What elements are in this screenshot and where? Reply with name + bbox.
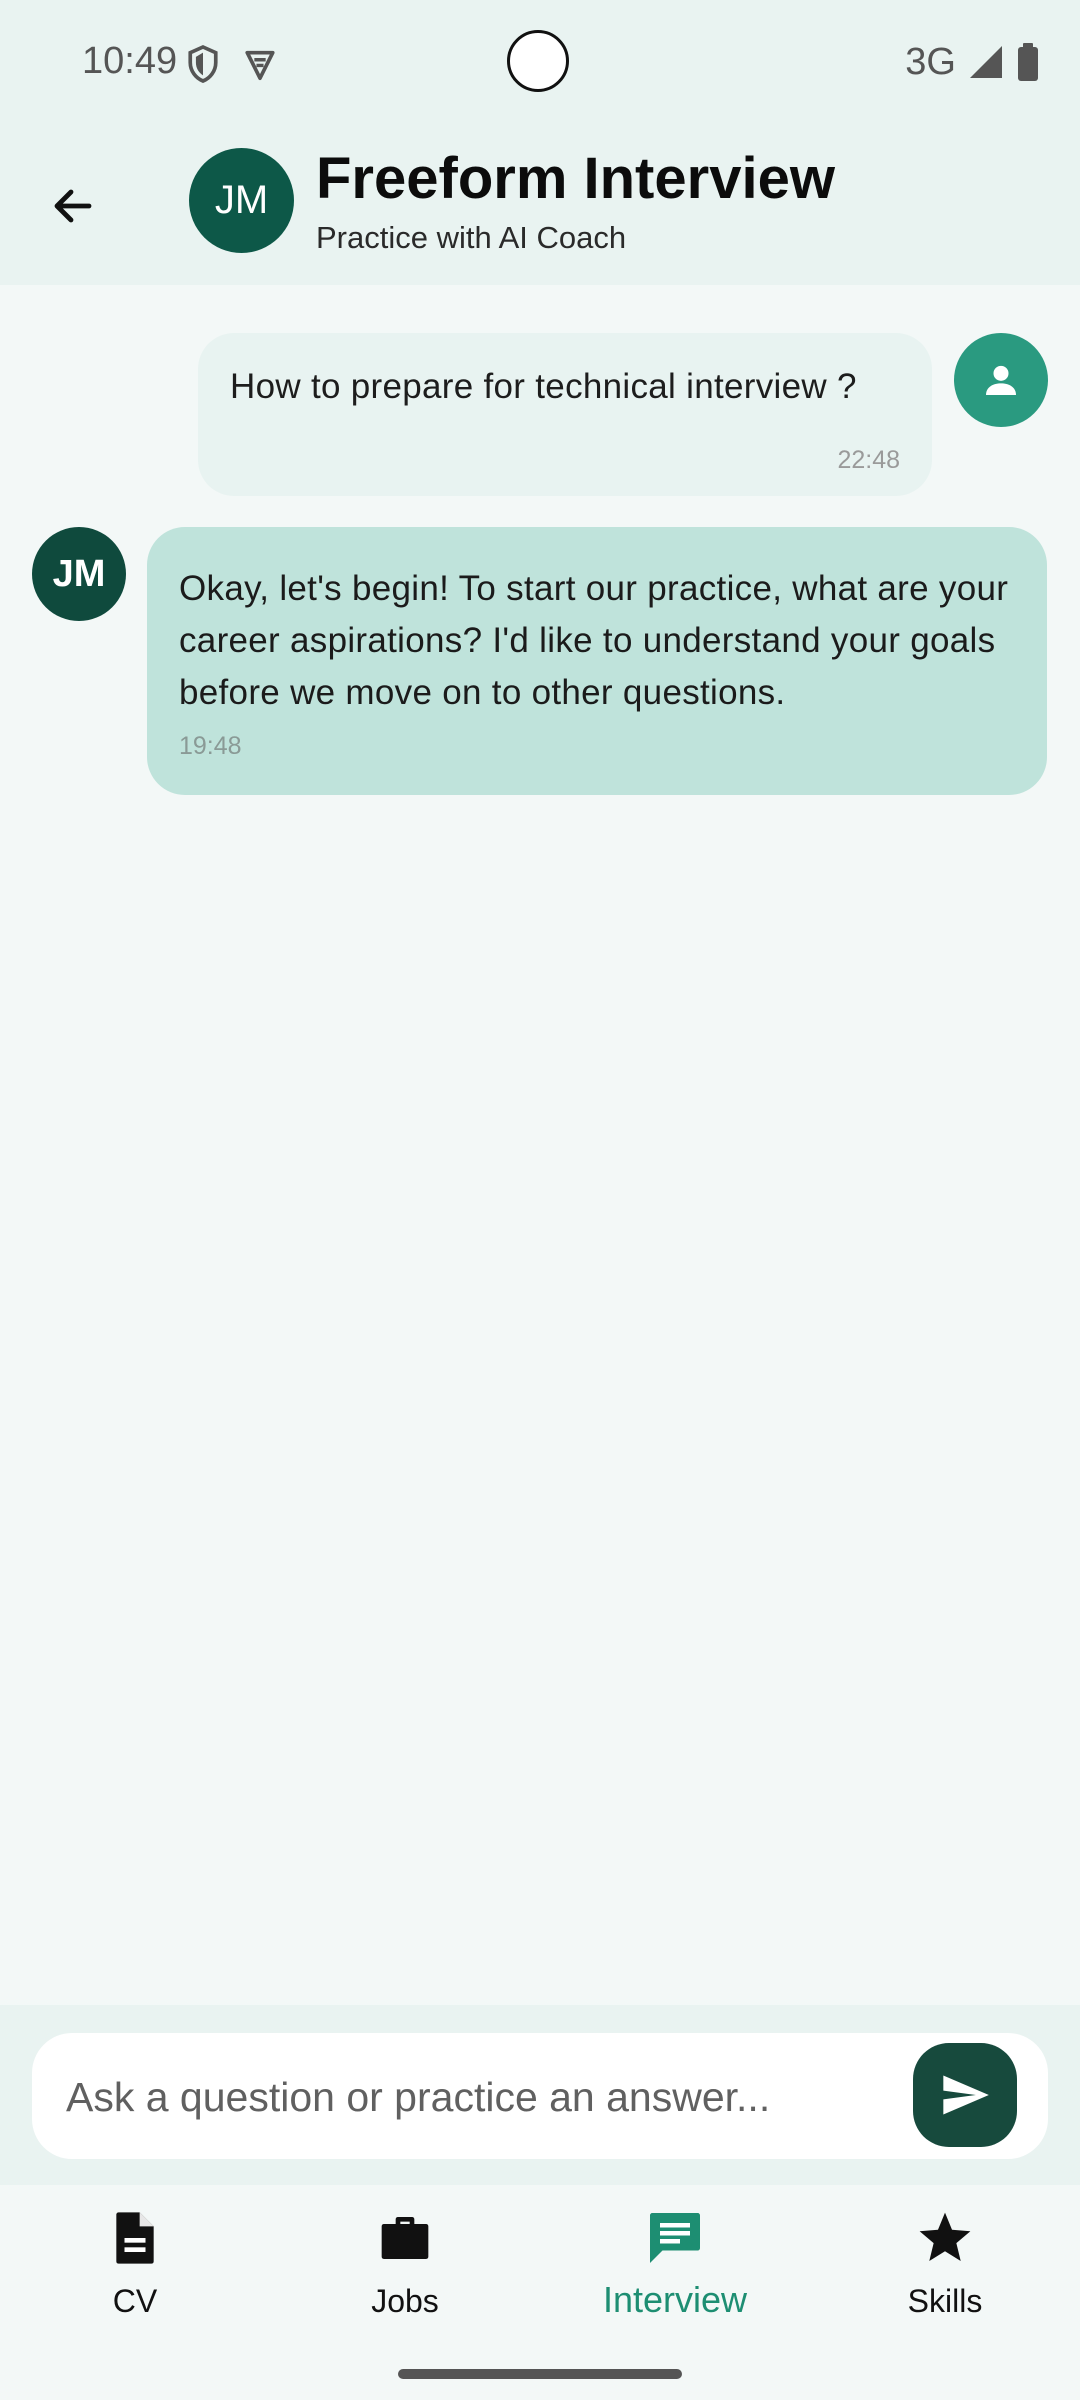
arrow-back-icon <box>54 189 92 223</box>
message-composer <box>32 2033 1048 2159</box>
status-bar: 10:49 3G <box>0 0 1080 130</box>
chat-icon <box>650 2213 700 2263</box>
app-bar: JM Freeform Interview Practice with AI C… <box>0 130 1080 285</box>
front-camera <box>507 30 569 92</box>
page-subtitle: Practice with AI Coach <box>316 220 627 255</box>
composer-area <box>0 2005 1080 2185</box>
nav-item-jobs[interactable]: Jobs <box>305 2205 505 2335</box>
message-input[interactable] <box>64 2053 908 2141</box>
coach-avatar: JM <box>32 527 126 621</box>
user-avatar <box>954 333 1048 427</box>
nav-label: CV <box>112 2283 158 2319</box>
document-icon <box>116 2212 154 2264</box>
shield-icon <box>188 44 218 83</box>
battery-icon <box>1018 43 1038 81</box>
status-time: 10:49 <box>82 40 178 82</box>
signal-icon <box>970 46 1002 78</box>
header-avatar: JM <box>189 148 294 253</box>
bottom-navigation: CV Jobs Interview Skills <box>0 2185 1080 2400</box>
nav-item-skills[interactable]: Skills <box>845 2205 1045 2335</box>
user-message: How to prepare for technical interview ?… <box>198 333 932 496</box>
star-icon <box>919 2212 971 2261</box>
nav-item-interview[interactable]: Interview <box>575 2205 775 2335</box>
send-icon <box>943 2075 989 2115</box>
nav-label: Interview <box>602 2279 748 2320</box>
message-text: How to prepare for technical interview ? <box>230 367 857 406</box>
network-type: 3G <box>905 40 956 83</box>
chat-list[interactable]: How to prepare for technical interview ?… <box>0 285 1080 2005</box>
send-button[interactable] <box>913 2043 1017 2147</box>
nav-item-cv[interactable]: CV <box>35 2205 235 2335</box>
home-indicator[interactable] <box>398 2369 682 2379</box>
person-icon <box>986 365 1016 395</box>
message-time: 19:48 <box>179 732 242 760</box>
briefcase-icon <box>381 2217 429 2259</box>
page-title: Freeform Interview <box>316 146 835 211</box>
message-text: Okay, let's begin! To start our practice… <box>179 569 1009 712</box>
vpn-icon <box>245 50 275 81</box>
nav-label: Jobs <box>371 2283 439 2319</box>
coach-message: Okay, let's begin! To start our practice… <box>147 527 1047 795</box>
back-button[interactable] <box>40 173 106 239</box>
nav-label: Skills <box>907 2283 983 2319</box>
message-time: 22:48 <box>837 446 900 474</box>
